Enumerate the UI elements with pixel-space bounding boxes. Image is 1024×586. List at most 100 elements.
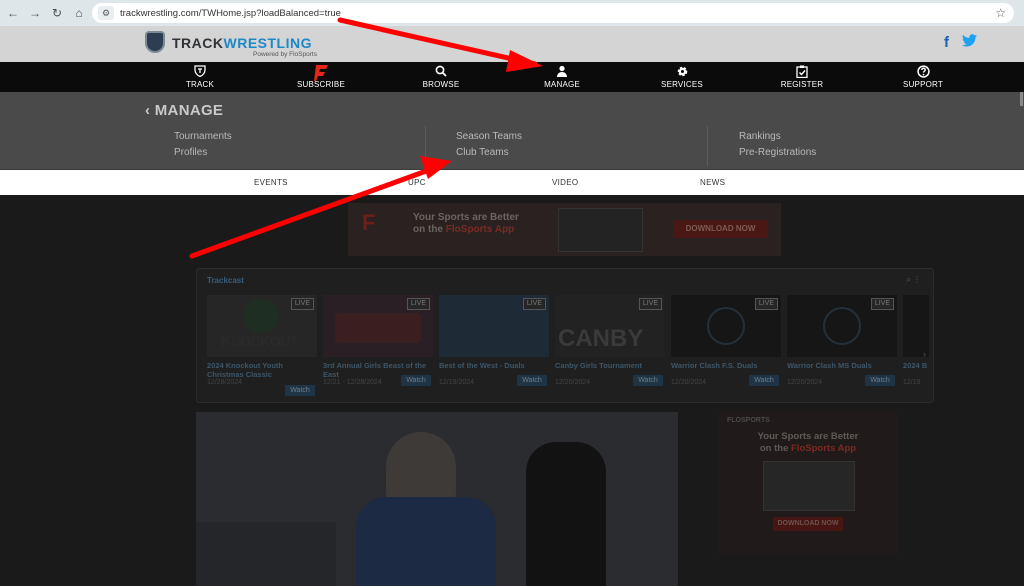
- app-screenshot: [558, 208, 643, 252]
- event-thumbnail: KNOCKOUT LIVE: [207, 295, 317, 357]
- subnav-events[interactable]: EVENTS: [254, 178, 288, 187]
- logo-track-text: TRACK: [172, 35, 224, 51]
- nav-subscribe-label: SUBSCRIBE: [296, 80, 346, 89]
- manage-title: MANAGE: [154, 102, 224, 119]
- chevron-left-icon: ‹: [145, 102, 151, 119]
- hero-image[interactable]: [196, 412, 678, 586]
- ad-headline: Your Sports are Better on the FloSports …: [757, 431, 859, 454]
- event-name: 2024 B: [903, 361, 928, 370]
- event-thumbnail: CANBY LIVE: [555, 295, 665, 357]
- trackcast-title: Trackcast: [207, 276, 244, 285]
- gear-icon: [637, 65, 727, 80]
- event-card[interactable]: LIVE Best of the West - Duals 12/19/2024…: [439, 295, 549, 386]
- watch-button[interactable]: Watch: [517, 375, 547, 386]
- subnav-news[interactable]: NEWS: [700, 178, 725, 187]
- scrollbar-thumb[interactable]: [1020, 92, 1023, 106]
- reload-icon[interactable]: ↻: [46, 2, 68, 24]
- event-thumbnail: LIVE: [323, 295, 433, 357]
- nav-support[interactable]: SUPPORT: [878, 62, 968, 92]
- url-text: trackwrestling.com/TWHome.jsp?loadBalanc…: [120, 7, 341, 19]
- site-header: TRACKWRESTLING Powered by FloSports f: [0, 26, 1024, 62]
- download-now-button[interactable]: DOWNLOAD NOW: [773, 517, 843, 531]
- nav-track-label: TRACK: [185, 80, 215, 89]
- nav-manage-label: MANAGE: [544, 80, 580, 89]
- subnav-video[interactable]: VIDEO: [552, 178, 578, 187]
- nav-register[interactable]: REGISTER: [757, 62, 847, 92]
- live-badge: LIVE: [406, 298, 430, 310]
- event-card[interactable]: LIVE 3rd Annual Girls Beast of the East …: [323, 295, 433, 386]
- ad-brand: FLOSPORTS: [727, 417, 770, 424]
- nav-subscribe[interactable]: SUBSCRIBE: [276, 62, 366, 92]
- thumb-label: CANBY: [558, 325, 644, 352]
- banner-headline: Your Sports are Better on the FloSports …: [413, 212, 519, 235]
- watch-button[interactable]: Watch: [401, 375, 431, 386]
- home-icon[interactable]: ⌂: [68, 2, 90, 24]
- flosports-side-ad[interactable]: FLOSPORTS Your Sports are Better on the …: [719, 411, 897, 555]
- nav-services[interactable]: SERVICES: [637, 62, 727, 92]
- user-icon: [517, 65, 607, 80]
- nav-browse-label: BROWSE: [422, 80, 460, 89]
- live-badge: LIVE: [638, 298, 662, 310]
- chevron-right-icon[interactable]: ›: [923, 349, 926, 359]
- manage-link-season-teams[interactable]: Season Teams: [456, 131, 522, 142]
- sub-nav: EVENTS UPC VIDEO NEWS: [0, 170, 1024, 195]
- live-badge: LIVE: [522, 298, 546, 310]
- trackcast-carousel: Trackcast ⌕ ⋮ KNOCKOUT LIVE 2024 Knockou…: [196, 268, 934, 403]
- play-icon: [823, 307, 861, 345]
- thumb-label: KNOCKOUT: [221, 333, 298, 349]
- nav-manage[interactable]: MANAGE: [517, 62, 607, 92]
- back-icon[interactable]: ←: [2, 2, 24, 24]
- nav-register-label: REGISTER: [780, 80, 824, 89]
- clipboard-check-icon: [757, 65, 847, 80]
- play-icon: [707, 307, 745, 345]
- manage-link-tournaments[interactable]: Tournaments: [174, 131, 232, 142]
- hero-referee: [526, 442, 606, 586]
- event-card[interactable]: 2024 B 12/19: [903, 295, 929, 386]
- event-card[interactable]: CANBY LIVE Canby Girls Tournament 12/20/…: [555, 295, 665, 386]
- tw-shield-icon: [155, 65, 245, 80]
- more-icon[interactable]: ⋮: [913, 275, 921, 284]
- hero-background: [196, 522, 336, 586]
- flosports-app-banner[interactable]: F Your Sports are Better on the FloSport…: [348, 203, 781, 256]
- column-divider: [707, 126, 708, 166]
- app-screenshot: [763, 461, 855, 511]
- search-icon: [396, 65, 486, 80]
- facebook-icon[interactable]: f: [944, 34, 949, 51]
- manage-link-profiles[interactable]: Profiles: [174, 147, 207, 158]
- forward-icon[interactable]: →: [24, 2, 46, 24]
- download-now-button[interactable]: DOWNLOAD NOW: [673, 220, 768, 238]
- event-card[interactable]: KNOCKOUT LIVE 2024 Knockout Youth Christ…: [207, 295, 317, 396]
- event-thumbnail: [903, 295, 929, 357]
- event-card[interactable]: LIVE Warrior Clash MS Duals 12/20/2024 W…: [787, 295, 897, 386]
- nav-support-label: SUPPORT: [903, 80, 943, 89]
- page-content-overlay: F Your Sports are Better on the FloSport…: [0, 195, 1024, 586]
- browser-toolbar: ← → ↻ ⌂ ⚙ trackwrestling.com/TWHome.jsp?…: [0, 0, 1024, 26]
- logo-subtitle: Powered by FloSports: [253, 51, 317, 58]
- event-thumbnail: LIVE: [439, 295, 549, 357]
- bookmark-star-icon[interactable]: ☆: [995, 6, 1006, 20]
- thumb-graphic: [335, 313, 421, 343]
- manage-back-button[interactable]: ‹ MANAGE: [145, 102, 223, 119]
- watch-button[interactable]: Watch: [865, 375, 895, 386]
- event-date: 12/19: [903, 379, 921, 386]
- manage-link-club-teams[interactable]: Club Teams: [456, 147, 509, 158]
- address-bar[interactable]: ⚙ trackwrestling.com/TWHome.jsp?loadBala…: [92, 3, 1014, 23]
- main-nav: TRACK SUBSCRIBE BROWSE MANAGE SERVICES R…: [0, 62, 1024, 92]
- watch-button[interactable]: Watch: [633, 375, 663, 386]
- nav-browse[interactable]: BROWSE: [396, 62, 486, 92]
- site-logo[interactable]: TRACKWRESTLING: [172, 35, 312, 51]
- search-icon[interactable]: ⌕: [907, 275, 911, 285]
- manage-link-rankings[interactable]: Rankings: [739, 131, 781, 142]
- hero-wrestler-body: [356, 497, 496, 586]
- twitter-icon[interactable]: [962, 34, 977, 51]
- manage-link-pre-registrations[interactable]: Pre-Registrations: [739, 147, 816, 158]
- live-badge: LIVE: [290, 298, 314, 310]
- nav-track[interactable]: TRACK: [155, 62, 245, 92]
- watch-button[interactable]: Watch: [749, 375, 779, 386]
- live-badge: LIVE: [870, 298, 894, 310]
- subnav-upc[interactable]: UPC: [408, 178, 426, 187]
- event-card[interactable]: LIVE Warrior Clash F.S. Duals 12/20/2024…: [671, 295, 781, 386]
- watch-button[interactable]: Watch: [285, 385, 315, 396]
- trackwrestling-logo-icon[interactable]: [145, 31, 165, 53]
- site-settings-icon[interactable]: ⚙: [98, 6, 114, 20]
